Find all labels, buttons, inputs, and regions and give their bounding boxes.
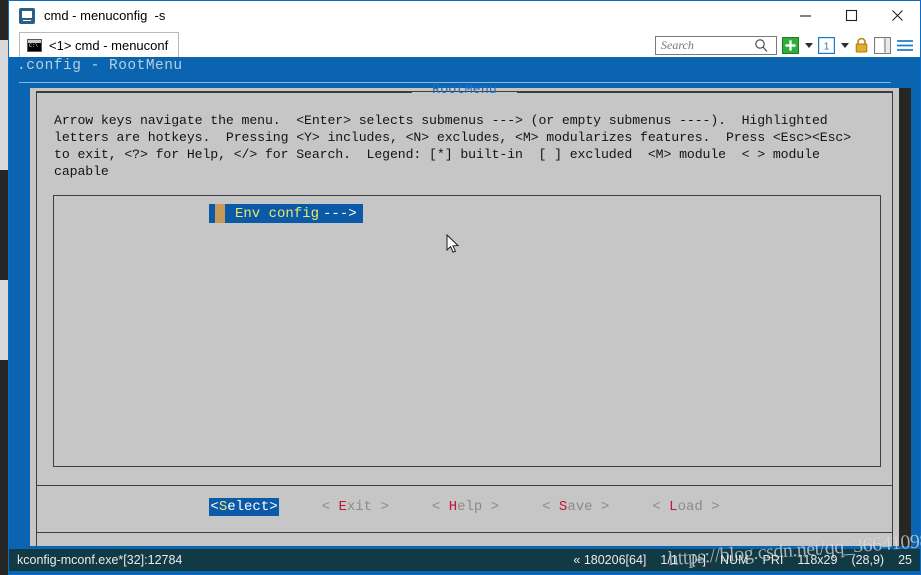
terminal-icon	[19, 7, 35, 24]
new-tab-plus-icon[interactable]	[782, 37, 799, 54]
menu-item-scroll-marker	[215, 204, 225, 223]
maximize-button[interactable]	[828, 1, 874, 30]
status-process-info: kconfig-mconf.exe*[32]:12784	[17, 553, 183, 567]
tab-label: <1> cmd - menuconf	[49, 37, 169, 53]
tab-dropdown-icon[interactable]	[841, 43, 849, 48]
button-bar-separator-bottom	[37, 532, 892, 533]
desktop-strip	[0, 170, 8, 280]
button-bar-separator-top	[37, 485, 892, 486]
help-button-hotkey: H	[448, 499, 458, 515]
svg-text:1: 1	[824, 42, 830, 53]
menu-list[interactable]: Env config --->	[53, 195, 881, 467]
exit-button-pre: <	[321, 499, 339, 515]
exit-button[interactable]: < Exit >	[322, 499, 389, 515]
select-button-hotkey: S	[218, 499, 228, 515]
tab-console-1[interactable]: <1> cmd - menuconf	[19, 32, 180, 57]
exit-button-hotkey: E	[338, 499, 347, 515]
close-button[interactable]	[874, 1, 920, 30]
save-button-post: ave >	[567, 499, 610, 515]
help-button-pre: <	[431, 499, 449, 515]
new-tab-dropdown-icon[interactable]	[805, 43, 813, 48]
console-client-area[interactable]: .config - RootMenu RootMenu Arrow keys n…	[9, 57, 920, 546]
dialog-title: RootMenu	[432, 83, 497, 98]
status-bar: kconfig-mconf.exe*[32]:12784 « 180206[64…	[9, 546, 920, 574]
hamburger-menu-icon[interactable]	[896, 38, 914, 53]
dialog-help-text: Arrow keys navigate the menu. <Enter> se…	[54, 113, 852, 179]
desktop-strip	[0, 360, 8, 575]
status-indicators: « 180206[64] 1/1 [+] NUM PRI 118x29 (28,…	[573, 553, 912, 567]
tab-number-icon[interactable]: 1	[818, 37, 835, 54]
menu-item-label: Env config	[235, 205, 320, 222]
select-button[interactable]: <Select>	[209, 498, 279, 516]
save-button[interactable]: < Save >	[542, 499, 609, 515]
save-button-pre: <	[542, 499, 559, 515]
minimize-button[interactable]	[782, 1, 828, 30]
dialog-border: RootMenu Arrow keys navigate the menu. <…	[36, 83, 893, 546]
status-count: 25	[898, 553, 912, 567]
status-build: « 180206[64]	[573, 553, 647, 567]
load-button-hotkey: L	[669, 499, 678, 515]
desktop-strip	[0, 0, 8, 40]
status-num-lock: NUM	[720, 553, 749, 567]
status-bar-inner: kconfig-mconf.exe*[32]:12784 « 180206[64…	[9, 549, 920, 571]
toolbar: 1	[655, 36, 914, 55]
desktop-strip	[0, 280, 8, 360]
dialog-button-bar: <Select> < Exit > < Help > < Save > < Lo…	[37, 498, 892, 516]
status-coords: (28,9)	[851, 553, 885, 567]
status-plus: [+]	[691, 553, 707, 567]
status-page: 1/1	[660, 553, 678, 567]
exit-button-post: xit >	[346, 499, 389, 515]
console-icon	[27, 38, 42, 52]
window-controls	[782, 1, 920, 30]
menu-item-submenu-arrow: --->	[323, 205, 357, 222]
search-box[interactable]	[655, 36, 777, 55]
status-priority: PRI	[762, 553, 784, 567]
split-pane-icon[interactable]	[874, 37, 891, 54]
menu-item-env-config[interactable]: Env config --->	[209, 204, 363, 223]
window-titlebar[interactable]: cmd - menuconfig -s	[9, 1, 920, 30]
select-button-post: elect>	[227, 499, 278, 515]
load-button-post: oad >	[677, 499, 720, 515]
search-input[interactable]	[661, 38, 753, 53]
console-window: cmd - menuconfig -s <1> cmd - menuconf	[8, 0, 921, 575]
desktop-strip	[0, 40, 8, 170]
load-button-pre: <	[652, 499, 670, 515]
console-header-title: .config - RootMenu	[17, 58, 183, 74]
help-button[interactable]: < Help >	[432, 499, 499, 515]
tab-bar: <1> cmd - menuconf	[9, 30, 920, 57]
load-button[interactable]: < Load >	[652, 499, 719, 515]
menuconfig-dialog: RootMenu Arrow keys navigate the menu. <…	[30, 83, 899, 546]
lock-icon[interactable]	[854, 37, 869, 54]
status-size: 118x29	[797, 553, 838, 567]
select-button-pre: <	[210, 499, 219, 515]
menu-item-spacer	[225, 204, 235, 223]
window-title: cmd - menuconfig -s	[44, 8, 166, 23]
help-button-post: elp >	[457, 499, 500, 515]
search-icon[interactable]	[754, 38, 769, 53]
